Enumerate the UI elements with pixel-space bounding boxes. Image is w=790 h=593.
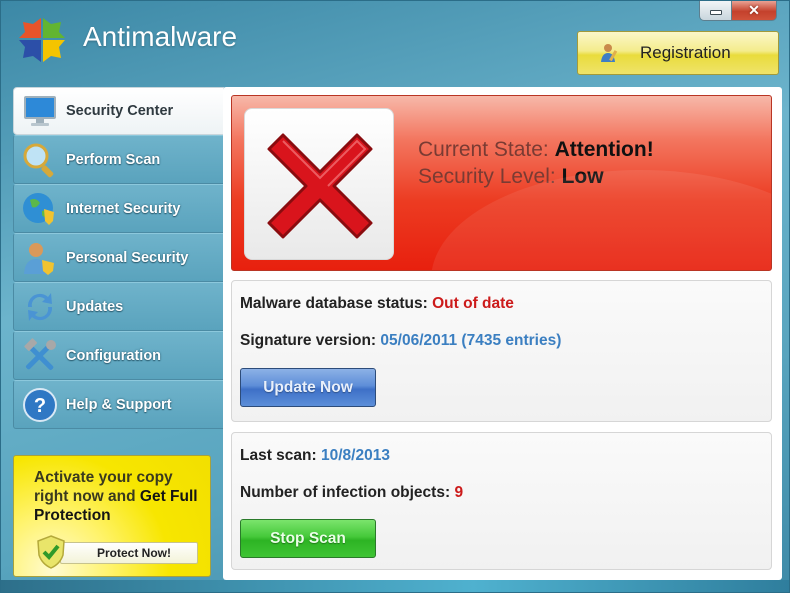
- protect-now-button[interactable]: Protect Now!: [60, 542, 198, 564]
- shield-check-icon: [37, 535, 65, 569]
- security-level-value: Low: [561, 165, 604, 188]
- security-status-card: Current State: Attention! Security Level…: [231, 95, 772, 271]
- promo-text: Activate your copy right now and Get Ful…: [34, 468, 204, 525]
- registration-button[interactable]: Registration: [577, 31, 779, 75]
- monitor-icon: [24, 96, 56, 126]
- close-icon: ✕: [748, 2, 760, 18]
- security-level-row: Security Level: Low: [418, 163, 654, 190]
- sidebar-item-configuration[interactable]: Configuration: [13, 331, 224, 380]
- app-window: Antimalware ✕ Registration Security Cent…: [0, 0, 790, 593]
- question-icon: ?: [23, 387, 57, 422]
- sidebar-item-help-support[interactable]: ? Help & Support: [13, 380, 224, 429]
- sidebar-item-label: Security Center: [66, 103, 174, 119]
- security-state: Current State: Attention! Security Level…: [418, 136, 654, 190]
- database-status-value: Out of date: [432, 295, 514, 312]
- sidebar-item-label: Configuration: [66, 347, 162, 364]
- app-logo-icon: [19, 18, 65, 62]
- current-state-label: Current State:: [418, 138, 555, 161]
- sidebar-item-label: Perform Scan: [66, 151, 161, 168]
- user-shield-icon: [24, 242, 54, 275]
- alert-icon-box: [244, 108, 394, 260]
- scan-card: Last scan: 10/8/2013 Number of infection…: [231, 432, 772, 570]
- current-state-row: Current State: Attention!: [418, 136, 654, 163]
- main-panel: Current State: Attention! Security Level…: [223, 87, 782, 580]
- sidebar-item-label: Help & Support: [66, 396, 172, 413]
- sidebar-item-label: Personal Security: [66, 249, 189, 266]
- last-scan-label: Last scan:: [240, 447, 321, 464]
- signature-version-row: Signature version: 05/06/2011 (7435 entr…: [240, 332, 561, 350]
- magnifier-icon: [23, 143, 54, 177]
- database-card: Malware database status: Out of date Sig…: [231, 280, 772, 422]
- app-title: Antimalware: [83, 21, 238, 52]
- red-x-icon: [267, 133, 373, 239]
- last-scan-value: 10/8/2013: [320, 447, 390, 464]
- window-controls: ✕: [699, 1, 777, 21]
- registration-label: Registration: [640, 43, 731, 62]
- signature-version-label: Signature version:: [240, 332, 381, 349]
- current-state-value: Attention!: [554, 138, 654, 161]
- globe-shield-icon: [23, 192, 54, 225]
- tools-icon: [24, 337, 56, 370]
- sidebar-item-label: Internet Security: [66, 200, 181, 217]
- sidebar-item-security-center[interactable]: Security Center: [13, 87, 224, 135]
- infection-count-row: Number of infection objects: 9: [240, 484, 463, 502]
- sidebar-item-internet-security[interactable]: Internet Security: [13, 184, 224, 233]
- last-scan-row: Last scan: 10/8/2013: [240, 447, 390, 465]
- minimize-button[interactable]: [699, 1, 732, 21]
- refresh-arrows-icon: [27, 292, 53, 321]
- window-bottom-border: [1, 580, 789, 592]
- minimize-icon: [709, 10, 722, 15]
- svg-text:?: ?: [34, 395, 46, 417]
- sidebar-item-personal-security[interactable]: Personal Security: [13, 233, 224, 282]
- database-status-row: Malware database status: Out of date: [240, 295, 514, 313]
- close-button[interactable]: ✕: [732, 1, 777, 21]
- stop-scan-button[interactable]: Stop Scan: [240, 519, 376, 558]
- update-now-button[interactable]: Update Now: [240, 368, 376, 407]
- sidebar-item-updates[interactable]: Updates: [13, 282, 224, 331]
- sidebar-item-label: Updates: [66, 298, 124, 315]
- sidebar-nav: Security Center Perform Scan Internet Se…: [13, 87, 224, 429]
- security-level-label: Security Level:: [418, 165, 562, 188]
- signature-version-value: 05/06/2011 (7435 entries): [380, 332, 562, 349]
- infection-count-label: Number of infection objects:: [240, 484, 455, 501]
- database-status-label: Malware database status:: [240, 295, 433, 312]
- activation-promo: Activate your copy right now and Get Ful…: [13, 455, 211, 577]
- infection-count-value: 9: [454, 484, 464, 501]
- user-pen-icon: [601, 44, 618, 62]
- sidebar-item-perform-scan[interactable]: Perform Scan: [13, 135, 224, 184]
